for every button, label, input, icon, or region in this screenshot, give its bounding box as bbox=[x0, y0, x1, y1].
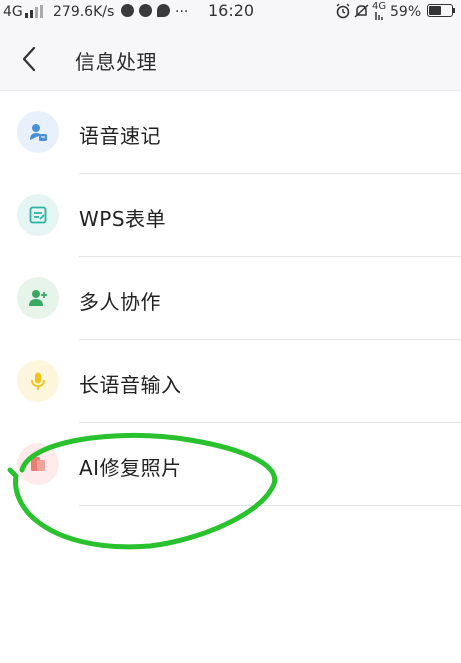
alarm-icon bbox=[336, 3, 350, 19]
list-item-label: WPS表单 bbox=[79, 207, 167, 231]
wechat-icon bbox=[121, 4, 134, 17]
divider bbox=[79, 505, 461, 506]
list-item-label: 语音速记 bbox=[79, 124, 161, 148]
list-item-label: 多人协作 bbox=[79, 290, 161, 314]
microphone-icon bbox=[17, 360, 59, 402]
battery-percent: 59% bbox=[390, 4, 422, 20]
data-arrows-icon bbox=[375, 12, 383, 20]
page-title: 信息处理 bbox=[75, 50, 157, 74]
list-item-voice-memo[interactable]: 语音速记 bbox=[0, 91, 461, 174]
list-item-collaboration[interactable]: 多人协作 bbox=[0, 257, 461, 340]
clock-time: 16:20 bbox=[208, 1, 255, 20]
battery-icon bbox=[427, 4, 453, 17]
chevron-left-icon bbox=[22, 46, 36, 72]
photo-repair-icon bbox=[17, 443, 59, 485]
list-item-long-voice-input[interactable]: 长语音输入 bbox=[0, 340, 461, 423]
header-area: 4G 279.6K/s ··· 16:20 4G 59% 信息处理 bbox=[0, 0, 461, 91]
list-item-label: AI修复照片 bbox=[79, 456, 182, 480]
list-item-label: 长语音输入 bbox=[79, 373, 182, 397]
add-user-icon bbox=[17, 277, 59, 319]
mute-bell-icon bbox=[354, 4, 369, 18]
message-icon bbox=[157, 4, 170, 17]
network-speed: 279.6K/s bbox=[53, 4, 115, 20]
signal-icon bbox=[25, 5, 47, 18]
app-screen: 4G 279.6K/s ··· 16:20 4G 59% 信息处理 语音速记 W… bbox=[0, 0, 461, 663]
nav-bar: 信息处理 bbox=[0, 30, 461, 88]
more-notifications: ··· bbox=[175, 4, 189, 20]
voice-memo-icon bbox=[17, 111, 59, 153]
list-item-wps-form[interactable]: WPS表单 bbox=[0, 174, 461, 257]
list-item-ai-photo-repair[interactable]: AI修复照片 bbox=[0, 423, 461, 506]
status-bar: 4G 279.6K/s ··· 16:20 4G 59% bbox=[0, 0, 461, 24]
network-type: 4G bbox=[3, 4, 23, 20]
back-button[interactable] bbox=[10, 40, 50, 78]
form-icon bbox=[17, 194, 59, 236]
feature-list: 语音速记 WPS表单 多人协作 长语音输入 AI修复照片 bbox=[0, 91, 461, 506]
browser-icon bbox=[139, 4, 152, 17]
